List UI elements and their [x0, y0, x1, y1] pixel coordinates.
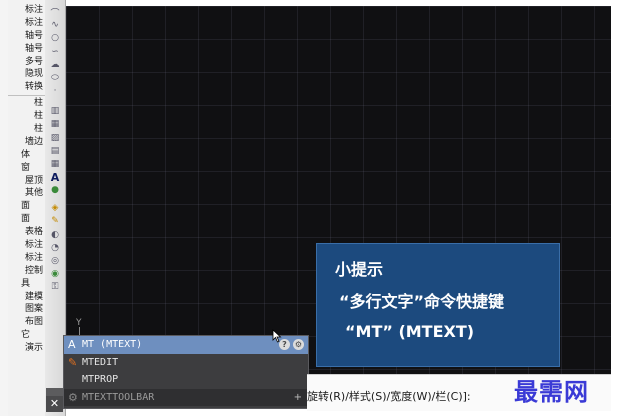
mtext-icon[interactable]: A — [48, 171, 62, 184]
palette-item[interactable]: 多号 — [8, 56, 45, 69]
close-icon[interactable]: ✕ — [46, 396, 63, 412]
tip-box: 小提示 “多行文字”命令快捷键 “MT” (MTEXT) — [316, 243, 560, 367]
palette-item[interactable]: 柱 — [8, 123, 45, 136]
palette-item[interactable]: 标注 — [8, 4, 45, 17]
polyline-icon[interactable]: ∿ — [48, 19, 62, 31]
point-icon[interactable]: · — [48, 85, 62, 97]
palette-item[interactable]: 柱 — [8, 110, 45, 123]
palette-item[interactable]: 标注 — [8, 252, 45, 265]
revcloud-icon[interactable]: ☁ — [48, 59, 62, 71]
ellipse-icon[interactable]: ⬭ — [48, 72, 62, 84]
palette-item[interactable]: 表格 — [8, 226, 45, 239]
autocomplete-label: MTEXTTOOLBAR — [82, 391, 155, 403]
match-icon[interactable]: ✎ — [48, 215, 62, 227]
palette-item[interactable]: 墙边 — [8, 136, 45, 149]
palette-item[interactable]: 窗 — [8, 162, 45, 175]
mouse-cursor-icon — [272, 329, 282, 343]
autocomplete-item[interactable]: ⚙ MTEXTTOOLBAR + — [64, 388, 308, 407]
palette-item[interactable]: 它 — [8, 329, 45, 342]
command-autocomplete: A MT (MTEXT) ? ⚙ ✎ MTEDIT MTPROP ⚙ MTEXT… — [63, 335, 309, 409]
autocomplete-item[interactable]: MTPROP — [64, 371, 308, 389]
area-icon[interactable]: ◎ — [48, 255, 62, 267]
layer-icon[interactable]: ◈ — [48, 202, 62, 214]
command-line-grip[interactable] — [46, 388, 63, 396]
lock-icon[interactable]: ⚿ — [48, 281, 62, 293]
add-selected-icon[interactable]: ● — [48, 184, 62, 196]
command-prompt: 旋转(R)/样式(S)/宽度(W)/栏(C)]: — [307, 390, 471, 403]
palette-item[interactable]: 其他 — [8, 187, 45, 200]
palette-item[interactable]: 柱 — [8, 97, 45, 110]
pen-icon: ✎ — [68, 355, 78, 369]
autocomplete-label: MTPROP — [82, 374, 119, 385]
palette-item[interactable]: 面 — [8, 200, 45, 213]
watermark: 最需网 — [514, 378, 589, 406]
gear-icon: ⚙ — [68, 390, 78, 404]
autocomplete-label: MTEDIT — [82, 356, 119, 368]
palette-item[interactable]: 转换 — [8, 81, 45, 94]
palette-item[interactable]: 演示 — [8, 342, 45, 355]
insert-block-icon[interactable]: ▥ — [48, 105, 62, 117]
palette-item[interactable]: 图案 — [8, 303, 45, 316]
palette-item[interactable]: 体 — [8, 149, 45, 162]
mtext-icon: A — [68, 338, 76, 351]
expand-icon[interactable]: + — [294, 389, 302, 407]
spline-icon[interactable]: ∽ — [48, 46, 62, 58]
properties-icon[interactable]: ◐ — [48, 229, 62, 241]
cal-icon[interactable]: ◉ — [48, 268, 62, 280]
palette-item[interactable]: 面 — [8, 213, 45, 226]
window-left-edge — [0, 0, 8, 416]
tool-palette: 标注 标注 轴号 轴号 多号 隐现 转换 柱 柱 柱 墙边 体 窗 屋顶 其他 … — [8, 0, 46, 416]
gradient-icon[interactable]: ▤ — [48, 145, 62, 157]
palette-item[interactable]: 标注 — [8, 17, 45, 30]
palette-item[interactable]: 建模 — [8, 291, 45, 304]
palette-item[interactable]: 屋顶 — [8, 175, 45, 188]
dist-icon[interactable]: ◔ — [48, 242, 62, 254]
autocomplete-item[interactable]: ✎ MTEDIT — [64, 354, 308, 372]
palette-item[interactable]: 轴号 — [8, 43, 45, 56]
arc-icon[interactable]: ⌒ — [48, 6, 62, 19]
palette-item[interactable]: 布图 — [8, 316, 45, 329]
palette-divider — [8, 95, 45, 97]
tip-line-1: “多行文字”命令快捷键 — [339, 292, 505, 311]
palette-item[interactable]: 控制 — [8, 265, 45, 278]
circle-icon[interactable]: ○ — [48, 32, 62, 44]
tip-line-2: “MT” (MTEXT) — [345, 322, 475, 341]
palette-item[interactable]: 隐现 — [8, 68, 45, 81]
hatch-icon[interactable]: ▨ — [48, 132, 62, 144]
autocomplete-label: MT (MTEXT) — [82, 339, 143, 350]
palette-item[interactable]: 标注 — [8, 239, 45, 252]
settings-icon[interactable]: ⚙ — [293, 339, 304, 350]
tip-title: 小提示 — [335, 260, 384, 279]
palette-item[interactable]: 轴号 — [8, 30, 45, 43]
table-icon[interactable]: ▦ — [48, 158, 62, 170]
make-block-icon[interactable]: ▦ — [48, 118, 62, 130]
palette-item[interactable]: 具 — [8, 278, 45, 291]
